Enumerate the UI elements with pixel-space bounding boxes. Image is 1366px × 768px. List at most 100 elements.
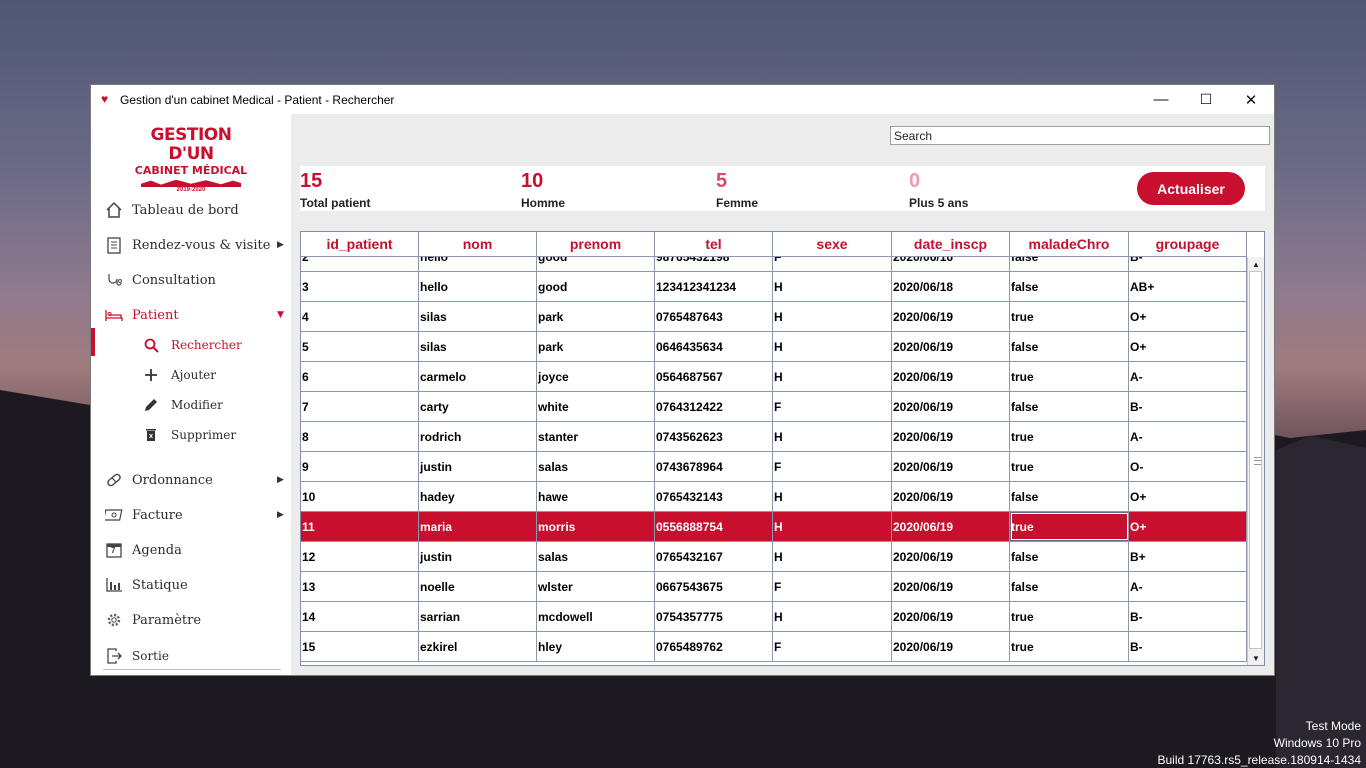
sidebar-item-patient[interactable]: Patient ▼ (103, 300, 284, 330)
table-cell[interactable]: false (1010, 542, 1129, 571)
table-cell[interactable]: true (1010, 302, 1129, 331)
table-cell[interactable]: true (1010, 512, 1129, 541)
table-row[interactable]: 10 hadey hawe 0765432143 H 2020/06/19 false O+ (301, 482, 1247, 512)
table-cell[interactable]: false (1010, 482, 1129, 511)
submenu-rechercher[interactable]: Rechercher (141, 333, 242, 357)
table-cell[interactable]: 0754357775 (655, 602, 773, 631)
table-cell[interactable]: F (773, 392, 892, 421)
table-cell[interactable]: 98765432198 (655, 257, 773, 271)
table-cell[interactable]: 2020/06/19 (892, 512, 1010, 541)
column-header-0[interactable]: id_patient (301, 232, 419, 256)
vertical-scrollbar[interactable]: ▲ ▼ (1247, 257, 1264, 665)
table-cell[interactable]: 0564687567 (655, 362, 773, 391)
table-cell[interactable]: hadey (419, 482, 537, 511)
table-cell[interactable]: 2020/06/16 (892, 257, 1010, 271)
submenu-ajouter[interactable]: Ajouter (141, 363, 216, 387)
table-cell[interactable]: hello (419, 272, 537, 301)
scroll-down-arrow-icon[interactable]: ▼ (1248, 651, 1264, 665)
table-row[interactable]: 8 rodrich stanter 0743562623 H 2020/06/19 true… (301, 422, 1247, 452)
table-cell[interactable]: O+ (1129, 512, 1247, 541)
table-cell[interactable]: 2020/06/19 (892, 482, 1010, 511)
sidebar-item-parametre[interactable]: Paramètre (103, 605, 201, 635)
table-cell[interactable]: hley (537, 632, 655, 661)
table-cell[interactable]: F (773, 452, 892, 481)
table-cell[interactable]: 9 (301, 452, 419, 481)
table-cell[interactable]: ezkirel (419, 632, 537, 661)
table-cell[interactable]: joyce (537, 362, 655, 391)
table-cell[interactable]: 2020/06/18 (892, 272, 1010, 301)
column-header-3[interactable]: tel (655, 232, 773, 256)
table-cell[interactable]: false (1010, 272, 1129, 301)
search-input[interactable] (890, 126, 1270, 145)
table-row[interactable]: 2hellogood98765432198F2020/06/16falseB- (301, 257, 1247, 272)
table-cell[interactable]: O+ (1129, 482, 1247, 511)
maximize-button[interactable]: ☐ (1183, 85, 1229, 114)
table-cell[interactable]: 0765489762 (655, 632, 773, 661)
table-cell[interactable]: noelle (419, 572, 537, 601)
table-cell[interactable]: 7 (301, 392, 419, 421)
column-header-2[interactable]: prenom (537, 232, 655, 256)
table-cell[interactable]: H (773, 512, 892, 541)
sidebar-item-rendez-vous[interactable]: Rendez-vous & visite ▶ (103, 230, 284, 260)
table-cell[interactable]: justin (419, 452, 537, 481)
table-cell[interactable]: 2020/06/19 (892, 332, 1010, 361)
sidebar-item-tableau-de-bord[interactable]: Tableau de bord (103, 195, 239, 225)
table-cell[interactable]: white (537, 392, 655, 421)
table-row[interactable]: 9 justin salas 0743678964 F 2020/06/19 true O- (301, 452, 1247, 482)
table-cell[interactable]: 2 (301, 257, 419, 271)
table-cell[interactable]: 2020/06/19 (892, 602, 1010, 631)
sidebar-item-agenda[interactable]: 7 Agenda (103, 535, 182, 565)
scroll-up-arrow-icon[interactable]: ▲ (1248, 257, 1264, 271)
table-cell[interactable]: 2020/06/19 (892, 422, 1010, 451)
table-cell[interactable]: false (1010, 572, 1129, 601)
table-cell[interactable]: 3 (301, 272, 419, 301)
table-row-selected[interactable]: 11 maria morris 0556888754 H 2020/06/19 true O+ (301, 512, 1247, 542)
table-cell[interactable]: 0764312422 (655, 392, 773, 421)
table-cell[interactable]: morris (537, 512, 655, 541)
table-cell[interactable]: false (1010, 392, 1129, 421)
table-cell[interactable]: silas (419, 302, 537, 331)
table-cell[interactable]: stanter (537, 422, 655, 451)
table-cell[interactable]: H (773, 482, 892, 511)
table-cell[interactable]: 10 (301, 482, 419, 511)
table-cell[interactable]: 5 (301, 332, 419, 361)
table-cell[interactable]: B+ (1129, 542, 1247, 571)
table-cell[interactable]: salas (537, 452, 655, 481)
table-cell[interactable]: sarrian (419, 602, 537, 631)
table-cell[interactable]: 0646435634 (655, 332, 773, 361)
table-cell[interactable]: 2020/06/19 (892, 362, 1010, 391)
table-cell[interactable]: true (1010, 422, 1129, 451)
submenu-supprimer[interactable]: Supprimer (141, 423, 236, 447)
table-cell[interactable]: true (1010, 452, 1129, 481)
table-cell[interactable]: H (773, 302, 892, 331)
table-cell[interactable]: 123412341234 (655, 272, 773, 301)
table-cell[interactable]: 15 (301, 632, 419, 661)
column-header-5[interactable]: date_inscp (892, 232, 1010, 256)
table-cell[interactable]: justin (419, 542, 537, 571)
table-cell[interactable]: park (537, 332, 655, 361)
table-cell[interactable]: F (773, 257, 892, 271)
table-cell[interactable]: 2020/06/19 (892, 632, 1010, 661)
table-cell[interactable]: 0765432167 (655, 542, 773, 571)
sidebar-item-ordonnance[interactable]: Ordonnance ▶ (103, 465, 284, 495)
table-cell[interactable]: 0743678964 (655, 452, 773, 481)
table-cell[interactable]: 12 (301, 542, 419, 571)
table-cell[interactable]: rodrich (419, 422, 537, 451)
table-cell[interactable]: H (773, 332, 892, 361)
table-cell[interactable]: O+ (1129, 332, 1247, 361)
table-row[interactable]: 5 silas park 0646435634 H 2020/06/19 false O+ (301, 332, 1247, 362)
minimize-button[interactable]: — (1138, 85, 1184, 114)
column-header-4[interactable]: sexe (773, 232, 892, 256)
table-cell[interactable]: H (773, 362, 892, 391)
table-cell[interactable]: 0765432143 (655, 482, 773, 511)
table-cell[interactable]: F (773, 632, 892, 661)
table-cell[interactable]: 6 (301, 362, 419, 391)
table-cell[interactable]: 0667543675 (655, 572, 773, 601)
table-cell[interactable]: O+ (1129, 302, 1247, 331)
table-row[interactable]: 6 carmelo joyce 0564687567 H 2020/06/19 true A- (301, 362, 1247, 392)
table-cell[interactable]: AB+ (1129, 272, 1247, 301)
table-cell[interactable]: B- (1129, 257, 1247, 271)
table-cell[interactable]: 2020/06/19 (892, 572, 1010, 601)
sidebar-item-sortie[interactable]: Sortie (103, 641, 169, 671)
table-cell[interactable]: park (537, 302, 655, 331)
